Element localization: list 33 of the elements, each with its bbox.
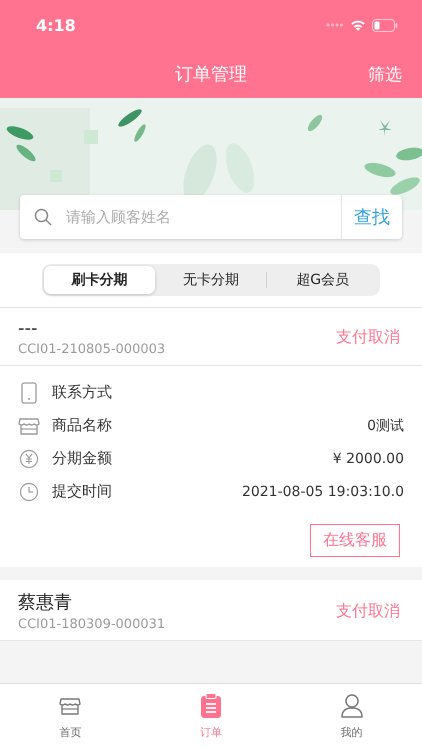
segment-tab[interactable]: 刷卡分期 xyxy=(44,266,155,294)
tab-bar-item[interactable]: 首页 xyxy=(0,684,141,750)
order-number: CCI01-210805-000003 xyxy=(18,342,166,357)
store-icon xyxy=(59,696,82,716)
order-status: 支付取消 xyxy=(336,327,400,348)
order-number: CCI01-180309-000031 xyxy=(18,617,166,632)
detail-label: 分期金额 xyxy=(52,449,112,468)
detail-label: 提交时间 xyxy=(52,482,112,501)
status-time: 4:18 xyxy=(36,16,76,34)
page-title: 订单管理 xyxy=(175,63,247,86)
segment-tab[interactable]: 超G会员 xyxy=(267,266,378,294)
search-field[interactable]: 请输入顾客姓名 查找 xyxy=(20,195,402,239)
wifi-icon xyxy=(350,19,366,31)
search-icon xyxy=(34,208,52,226)
customer-name: 蔡惠青 xyxy=(18,591,73,614)
person-icon xyxy=(340,693,364,719)
phone-icon xyxy=(20,382,38,404)
detail-value: ¥ 2000.00 xyxy=(332,450,404,466)
detail-label: 商品名称 xyxy=(52,416,112,435)
battery-icon xyxy=(372,18,398,32)
store-icon xyxy=(18,416,40,436)
search-button[interactable]: 查找 xyxy=(341,195,402,239)
yen-icon xyxy=(19,448,39,468)
order-status: 支付取消 xyxy=(336,600,400,622)
segment-tab[interactable]: 无卡分期 xyxy=(156,266,266,294)
customer-name: --- xyxy=(18,318,38,339)
detail-label: 联系方式 xyxy=(52,383,112,402)
detail-value: 2021-08-05 19:03:10.0 xyxy=(242,484,404,500)
detail-value: 0测试 xyxy=(367,416,404,434)
signal-icon xyxy=(326,23,344,27)
tab-bar-item[interactable]: 我的 xyxy=(281,684,422,750)
clock-icon xyxy=(19,482,39,502)
clipboard-icon xyxy=(200,693,222,719)
